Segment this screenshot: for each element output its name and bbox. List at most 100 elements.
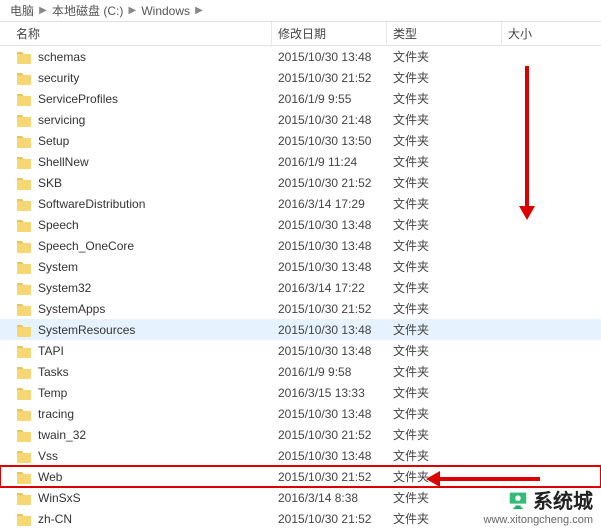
file-date-cell: 2015/10/30 21:48 <box>272 113 387 127</box>
table-row[interactable]: SystemResources2015/10/30 13:48文件夹 <box>0 319 601 340</box>
file-name: Tasks <box>38 365 69 379</box>
column-name-header[interactable]: 名称 <box>0 22 272 45</box>
watermark: 系统城 www.xitongcheng.com <box>484 485 593 526</box>
table-row[interactable]: Speech_OneCore2015/10/30 13:48文件夹 <box>0 235 601 256</box>
file-type-cell: 文件夹 <box>387 132 502 149</box>
file-name: System32 <box>38 281 91 295</box>
file-name-cell: Vss <box>0 449 272 463</box>
folder-icon <box>16 239 32 253</box>
file-name-cell: tracing <box>0 407 272 421</box>
annotation-arrow-left <box>440 477 540 481</box>
file-type-cell: 文件夹 <box>387 195 502 212</box>
file-name: security <box>38 71 79 85</box>
file-name-cell: SoftwareDistribution <box>0 197 272 211</box>
file-name: SystemResources <box>38 323 135 337</box>
file-name-cell: SKB <box>0 176 272 190</box>
breadcrumb-part[interactable]: Windows <box>137 4 194 18</box>
table-row[interactable]: System322016/3/14 17:22文件夹 <box>0 277 601 298</box>
folder-icon <box>16 512 32 526</box>
column-size-header[interactable]: 大小 <box>502 22 601 45</box>
file-name: Web <box>38 470 62 484</box>
table-row[interactable]: tracing 2015/10/30 13:48文件夹 <box>0 403 601 424</box>
table-row[interactable]: schemas2015/10/30 13:48文件夹 <box>0 46 601 67</box>
file-name-cell: Speech_OneCore <box>0 239 272 253</box>
table-row[interactable]: Setup2015/10/30 13:50文件夹 <box>0 130 601 151</box>
file-date-cell: 2015/10/30 21:52 <box>272 176 387 190</box>
file-name-cell: twain_32 <box>0 428 272 442</box>
file-type-cell: 文件夹 <box>387 216 502 233</box>
table-row[interactable]: Tasks 2016/1/9 9:58文件夹 <box>0 361 601 382</box>
file-date-cell: 2016/1/9 9:58 <box>272 365 387 379</box>
table-row[interactable]: ServiceProfiles 2016/1/9 9:55文件夹 <box>0 88 601 109</box>
folder-icon <box>16 71 32 85</box>
file-name: schemas <box>38 50 86 64</box>
file-type-cell: 文件夹 <box>387 363 502 380</box>
folder-icon <box>16 302 32 316</box>
column-date-header[interactable]: 修改日期 <box>272 22 387 45</box>
folder-icon <box>16 113 32 127</box>
table-row[interactable]: ShellNew2016/1/9 11:24文件夹 <box>0 151 601 172</box>
table-row[interactable]: SKB 2015/10/30 21:52文件夹 <box>0 172 601 193</box>
watermark-url: www.xitongcheng.com <box>484 514 593 526</box>
folder-icon <box>16 407 32 421</box>
breadcrumb-part[interactable]: 电脑 <box>6 2 38 19</box>
file-name-cell: ShellNew <box>0 155 272 169</box>
file-date-cell: 2015/10/30 13:48 <box>272 407 387 421</box>
file-name: System <box>38 260 78 274</box>
file-type-cell: 文件夹 <box>387 405 502 422</box>
file-date-cell: 2016/1/9 11:24 <box>272 155 387 169</box>
file-name: TAPI <box>38 344 64 358</box>
file-name-cell: SystemResources <box>0 323 272 337</box>
table-row[interactable]: TAPI 2015/10/30 13:48文件夹 <box>0 340 601 361</box>
file-name: WinSxS <box>38 491 81 505</box>
file-name: Setup <box>38 134 69 148</box>
folder-icon <box>16 260 32 274</box>
file-date-cell: 2015/10/30 21:52 <box>272 470 387 484</box>
file-name: SKB <box>38 176 62 190</box>
file-name-cell: servicing <box>0 113 272 127</box>
table-row[interactable]: twain_322015/10/30 21:52文件夹 <box>0 424 601 445</box>
file-type-cell: 文件夹 <box>387 90 502 107</box>
file-name-cell: System32 <box>0 281 272 295</box>
table-row[interactable]: System 2015/10/30 13:48文件夹 <box>0 256 601 277</box>
file-type-cell: 文件夹 <box>387 174 502 191</box>
table-row[interactable]: SystemApps2015/10/30 21:52文件夹 <box>0 298 601 319</box>
file-type-cell: 文件夹 <box>387 384 502 401</box>
table-row[interactable]: security2015/10/30 21:52文件夹 <box>0 67 601 88</box>
file-type-cell: 文件夹 <box>387 258 502 275</box>
file-name: Speech_OneCore <box>38 239 134 253</box>
folder-icon <box>16 365 32 379</box>
file-name-cell: SystemApps <box>0 302 272 316</box>
file-date-cell: 2015/10/30 13:48 <box>272 260 387 274</box>
chevron-right-icon: ▶ <box>127 5 137 16</box>
chevron-right-icon: ▶ <box>194 5 204 16</box>
folder-icon <box>16 491 32 505</box>
folder-icon <box>16 92 32 106</box>
file-date-cell: 2015/10/30 21:52 <box>272 302 387 316</box>
file-name: tracing <box>38 407 74 421</box>
breadcrumb-part[interactable]: 本地磁盘 (C:) <box>48 2 127 19</box>
file-name-cell: zh-CN <box>0 512 272 526</box>
file-type-cell: 文件夹 <box>387 237 502 254</box>
table-row[interactable]: Vss2015/10/30 13:48文件夹 <box>0 445 601 466</box>
file-name-cell: Speech <box>0 218 272 232</box>
folder-icon <box>16 176 32 190</box>
table-row[interactable]: Temp2016/3/15 13:33文件夹 <box>0 382 601 403</box>
file-name: ServiceProfiles <box>38 92 118 106</box>
file-date-cell: 2015/10/30 13:48 <box>272 218 387 232</box>
table-row[interactable]: Speech2015/10/30 13:48文件夹 <box>0 214 601 235</box>
table-row[interactable]: servicing2015/10/30 21:48文件夹 <box>0 109 601 130</box>
file-type-cell: 文件夹 <box>387 342 502 359</box>
file-type-cell: 文件夹 <box>387 426 502 443</box>
file-name: twain_32 <box>38 428 86 442</box>
breadcrumb: 电脑 ▶ 本地磁盘 (C:) ▶ Windows ▶ <box>0 0 601 22</box>
file-date-cell: 2016/1/9 9:55 <box>272 92 387 106</box>
file-name-cell: Setup <box>0 134 272 148</box>
column-type-header[interactable]: 类型 <box>387 22 502 45</box>
file-name-cell: System <box>0 260 272 274</box>
monitor-icon <box>507 489 529 511</box>
file-list: schemas2015/10/30 13:48文件夹security2015/1… <box>0 46 601 529</box>
folder-icon <box>16 386 32 400</box>
table-row[interactable]: SoftwareDistribution2016/3/14 17:29文件夹 <box>0 193 601 214</box>
file-date-cell: 2015/10/30 13:48 <box>272 344 387 358</box>
